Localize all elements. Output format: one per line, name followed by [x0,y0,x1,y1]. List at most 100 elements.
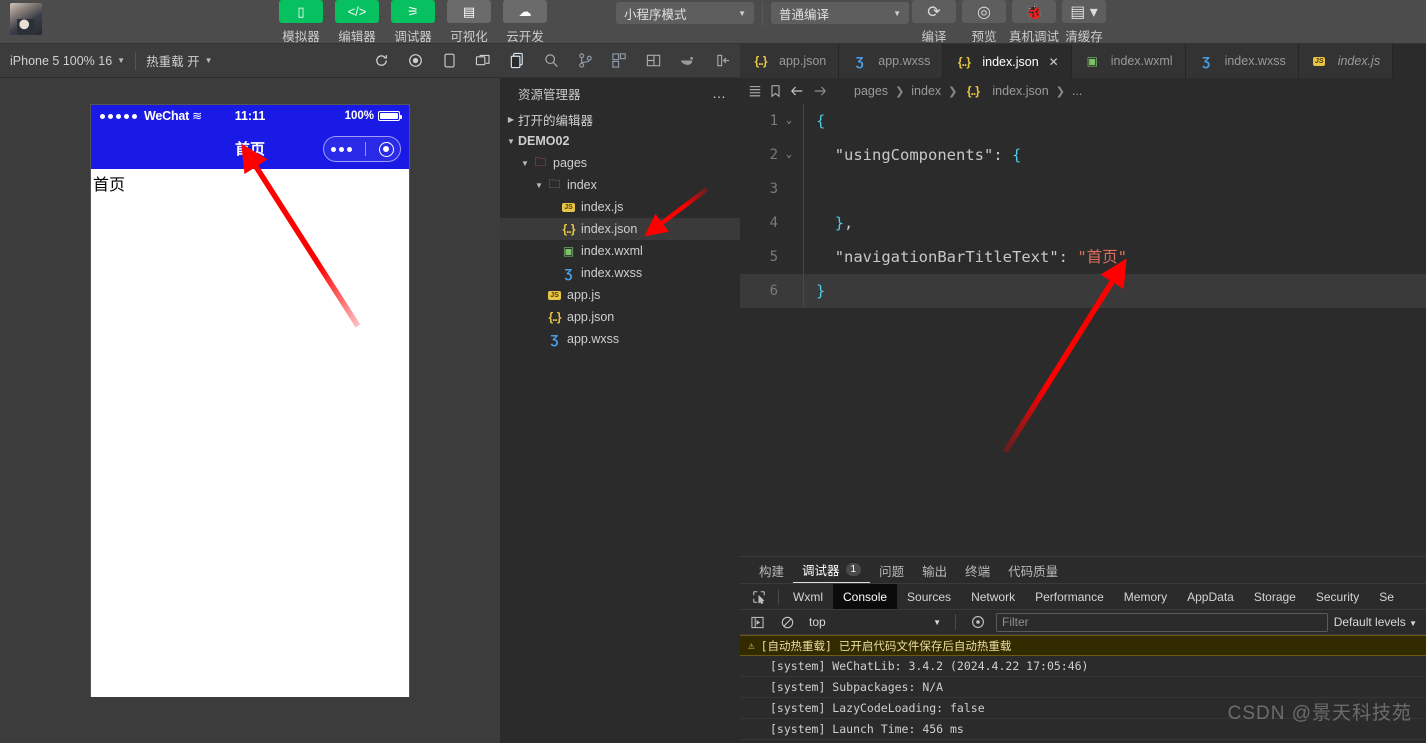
tree-item-index.wxss[interactable]: Ʒindex.wxss [500,262,740,284]
extensions-icon[interactable] [602,44,636,78]
open-editors-row[interactable]: ▶ 打开的编辑器 [500,108,740,130]
code-line[interactable]: 3 [740,172,1426,206]
panel-tab-label: 问题 [879,564,905,579]
more-dots-icon[interactable] [330,146,352,152]
source-control-icon[interactable] [568,44,602,78]
explorer-icon[interactable] [500,44,534,78]
editor-tab-index.json[interactable]: {..} index.json ✕ [943,44,1072,78]
capsule-button[interactable] [323,136,401,162]
panel-tab-调试器[interactable]: 调试器 1 [793,557,871,583]
tree-item-app.js[interactable]: JS app.js [500,284,740,306]
back-arrow-icon[interactable] [789,84,805,98]
editor-tab-index.wxml[interactable]: ▣ index.wxml [1071,44,1186,78]
device-select[interactable]: iPhone 5 100% 16 ▼ [0,44,135,77]
mode-button-云开发[interactable]: ☁ 云开发 [500,0,550,45]
code-line[interactable]: 4 }, [740,206,1426,240]
folder-icon: 🗀 [534,154,547,169]
split-icon[interactable] [636,44,670,78]
user-avatar[interactable] [10,3,42,35]
code-editor: pages ❯ index ❯ {..} index.json ❯... 1 ⌄ {2 ⌄ "us… [740,78,1426,556]
chevron-down-icon: ▼ [738,8,746,18]
console-row-text: [system] LazyCodeLoading: false [770,701,985,715]
console-sidebar-icon[interactable] [745,612,769,632]
tree-item-index[interactable]: ▼ 🗀 index [500,174,740,196]
mode-button-调试器[interactable]: ⚞ 调试器 [388,0,438,45]
code-line[interactable]: 1 ⌄ { [740,104,1426,138]
hot-reload-select[interactable]: 热重载 开 ▼ [136,44,222,77]
console-filter-input[interactable] [996,612,1328,632]
panel-tab-终端[interactable]: 终端 [956,557,999,583]
action-button-真机调试[interactable]: 🐞 真机调试 [1009,0,1059,45]
panel-tab-问题[interactable]: 问题 [870,557,913,583]
devtools-tab-Storage[interactable]: Storage [1244,584,1306,609]
tree-item-index.json[interactable]: {..} index.json [500,218,740,240]
devtools-tab-Memory[interactable]: Memory [1114,584,1177,609]
close-icon[interactable]: ✕ [1049,55,1059,69]
code-line[interactable]: 6} [740,274,1426,308]
devtools-window: ▯ 模拟器 </> 编辑器 ⚞ 调试器 ▤ 可视化 ☁ 云开发 小程序模式 ▼ 普通编译 ▼ ⟳ 编… [0,0,1426,743]
record-icon[interactable] [398,44,432,77]
devtools-tab-Wxml[interactable]: Wxml [783,584,833,609]
console-context-select[interactable]: top ▼ [805,615,945,629]
devtools-divider [778,589,779,604]
fold-chevron-icon[interactable]: ⌄ [778,138,800,172]
forward-arrow-icon[interactable] [812,84,828,98]
tree-item-app.wxss[interactable]: Ʒapp.wxss [500,328,740,350]
collapse-panel-icon[interactable] [706,44,740,78]
code-line[interactable]: 2 ⌄ "usingComponents": { [740,138,1426,172]
action-button-编译[interactable]: ⟳ 编译 [909,0,959,45]
breadcrumb-segment[interactable]: ... [1072,84,1082,98]
editor-tab-index.wxss[interactable]: Ʒindex.wxss [1185,44,1299,78]
fold-chevron-icon[interactable]: ⌄ [778,104,800,138]
bookmark-icon[interactable] [769,84,782,98]
panel-tab-构建[interactable]: 构建 [750,557,793,583]
device-icon[interactable] [432,44,466,77]
code-line[interactable]: 5 "navigationBarTitleText": "首页" [740,240,1426,274]
compile-mode-select[interactable]: 普通编译 ▼ [771,2,909,24]
mode-button-可视化[interactable]: ▤ 可视化 [444,0,494,45]
folder-icon: 🗀 [548,176,561,191]
clear-console-icon[interactable] [775,612,799,632]
docker-icon[interactable] [670,44,704,78]
console-levels-select[interactable]: Default levels ▼ [1334,615,1421,629]
panel-tab-输出[interactable]: 输出 [913,557,956,583]
console-output-list[interactable]: ⚠ [自动热重载] 已开启代码文件保存后自动热重载 [system] WeChatL… [740,635,1426,743]
panel-tab-代码质量[interactable]: 代码质量 [999,557,1067,583]
devtools-tab-Se[interactable]: Se [1369,584,1404,609]
mode-button-编辑器[interactable]: </> 编辑器 [332,0,382,45]
refresh-icon[interactable] [364,44,398,77]
devtools-tab-Console[interactable]: Console [833,584,898,609]
project-root-row[interactable]: ▼ DEMO02 [500,130,740,152]
js-file-icon: JS [546,290,563,300]
devtools-tab-Sources[interactable]: Sources [897,584,961,609]
console-settings-eye-icon[interactable] [966,612,990,632]
tree-item-pages[interactable]: ▼ 🗀 pages [500,152,740,174]
inspect-element-icon[interactable] [744,584,774,609]
outline-icon[interactable] [748,84,762,98]
breadcrumb-segment[interactable]: pages [854,84,888,98]
breadcrumb-segment[interactable]: index [911,84,941,98]
editor-tab-app.json[interactable]: {..} app.json [740,44,840,78]
tree-item-index.wxml[interactable]: ▣ index.wxml [500,240,740,262]
editor-tab-app.wxss[interactable]: Ʒapp.wxss [839,44,944,78]
tree-item-app.json[interactable]: {..} app.json [500,306,740,328]
action-button-预览[interactable]: ◎ 预览 [959,0,1009,45]
devtools-tab-AppData[interactable]: AppData [1177,584,1244,609]
action-button-清缓存[interactable]: ▤ ▾ 清缓存 [1059,0,1109,45]
tree-item-index.js[interactable]: JS index.js [500,196,740,218]
breadcrumb-segment[interactable]: index.json [992,84,1048,98]
console-row: [system] WeChatLib: 3.4.2 (2024.4.22 17:… [740,656,1426,677]
devtools-tab-Network[interactable]: Network [961,584,1025,609]
close-circle-icon[interactable] [378,141,394,157]
devtools-tab-Performance[interactable]: Performance [1025,584,1114,609]
wxss-badge: Ʒ [1202,53,1211,69]
mode-button-模拟器[interactable]: ▯ 模拟器 [276,0,326,45]
editor-tab-index.js[interactable]: JS index.js [1298,44,1394,78]
explorer-more-icon[interactable]: … [712,85,728,101]
code-area[interactable]: 1 ⌄{2 ⌄ "usingComponents": {3 4 }, 5 "naviga… [740,104,1426,308]
devtools-tab-Security[interactable]: Security [1306,584,1369,609]
project-mode-select[interactable]: 小程序模式 ▼ [616,2,754,24]
window-icon[interactable] [466,44,500,77]
editor-tab-label: index.wxss [1224,54,1286,68]
search-icon[interactable] [534,44,568,78]
